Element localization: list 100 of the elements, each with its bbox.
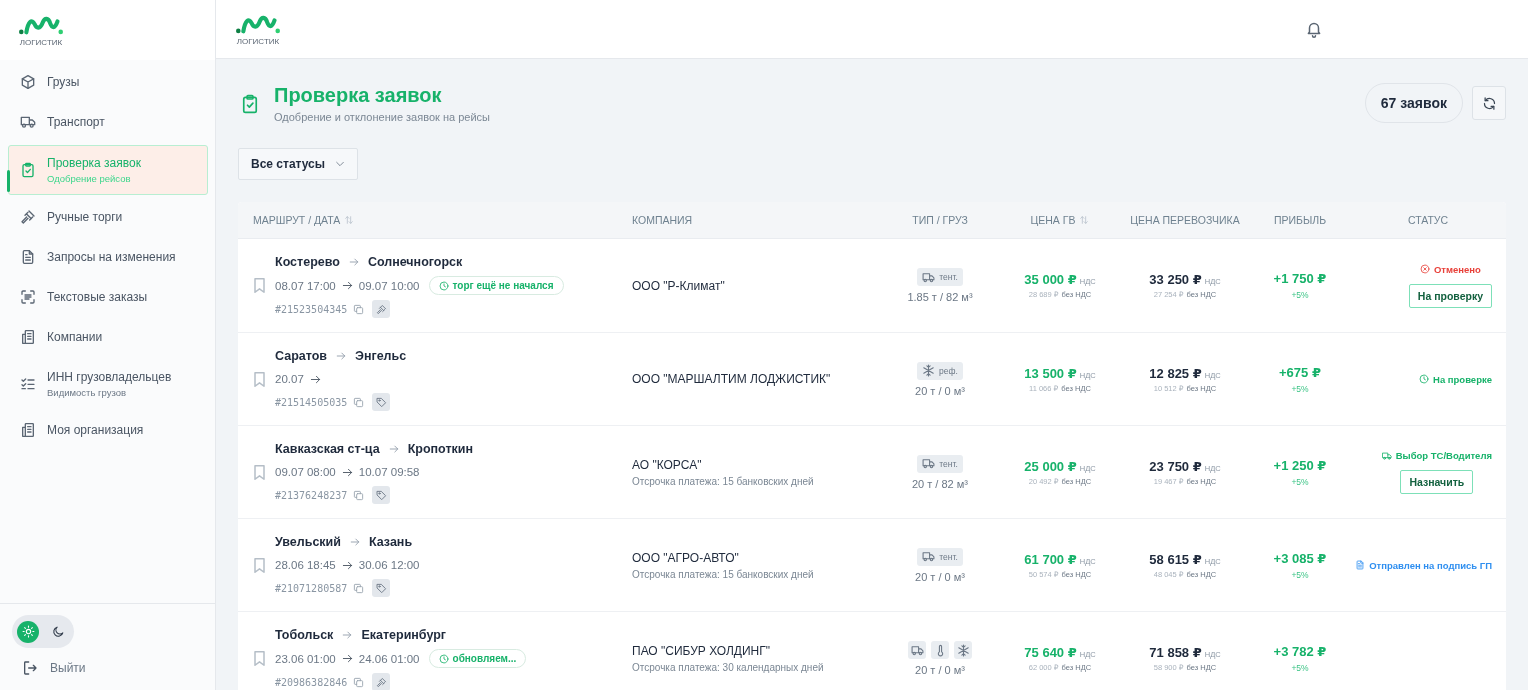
copy-icon[interactable] <box>353 396 365 408</box>
cargo-weight-volume: 20 т / 82 м³ <box>912 477 968 490</box>
nav-item[interactable]: Запросы на изменения <box>8 237 208 277</box>
arrival-time: 30.06 12:00 <box>358 558 420 573</box>
nav-item[interactable]: ИНН грузовладельцев Видимость грузов <box>8 357 208 410</box>
truck-icon <box>922 270 936 284</box>
profit-amount: +1 250 ₽ <box>1273 457 1327 473</box>
cargo-weight-volume: 20 т / 0 м³ <box>915 384 965 397</box>
column-header: ПРИБЫЛЬ <box>1273 214 1327 226</box>
truck-icon <box>908 641 926 659</box>
logo-caption: ЛОГИСТИК <box>19 37 63 47</box>
copy-icon[interactable] <box>353 489 365 501</box>
profit-percent: +5% <box>1291 569 1309 580</box>
payment-terms: Отсрочка платежа: 15 банковских дней <box>632 568 815 580</box>
copy-icon[interactable] <box>353 676 365 688</box>
arrow-right-icon <box>348 257 359 267</box>
bookmark-icon[interactable] <box>254 464 265 480</box>
profit-percent: +5% <box>1291 290 1309 300</box>
cargo-weight-volume: 20 т / 0 м³ <box>915 664 965 676</box>
bookmark-icon[interactable] <box>254 371 265 387</box>
building-icon <box>20 329 36 345</box>
column-header: КОМПАНИЯ <box>632 214 693 226</box>
price-with-vat: 61 700 ₽ <box>1024 551 1077 567</box>
document-icon <box>1355 560 1366 570</box>
company-name: ООО "Р-Климат" <box>632 278 726 293</box>
nav-item[interactable]: Грузы <box>8 62 208 102</box>
active-indicator <box>7 170 10 192</box>
nav-item[interactable]: Моя организация <box>8 410 208 450</box>
profit-amount: +1 750 ₽ <box>1273 271 1327 286</box>
logout-icon <box>22 660 38 676</box>
bookmark-icon[interactable] <box>254 278 265 293</box>
clipboard-check-icon <box>20 162 36 178</box>
price-with-vat: 33 250 ₽ <box>1149 272 1202 287</box>
action-button[interactable]: На проверку <box>1408 283 1492 308</box>
price-with-vat: 12 825 ₽ <box>1149 365 1202 381</box>
origin-city: Тобольск <box>275 627 334 644</box>
order-id: #21071280587 <box>275 582 348 594</box>
copy-icon[interactable] <box>353 582 365 594</box>
arrow-right-icon <box>350 537 360 547</box>
bookmark-icon[interactable] <box>254 651 265 666</box>
price-with-vat: 35 000 ₽ <box>1024 272 1077 287</box>
tag-icon[interactable] <box>372 393 391 411</box>
sort-icon[interactable] <box>1079 215 1090 225</box>
departure-time: 23.06 01:00 <box>275 651 336 667</box>
notification-bell-icon[interactable] <box>1305 20 1323 38</box>
arrival-time: 24.06 01:00 <box>358 651 420 667</box>
status-text: обновляем... <box>452 651 517 666</box>
price-with-vat: 58 615 ₽ <box>1149 551 1202 567</box>
gavel-icon <box>20 209 36 225</box>
gavel-icon[interactable] <box>372 300 391 318</box>
clock-icon <box>438 280 449 291</box>
profit-amount: +675 ₽ <box>1279 364 1321 380</box>
snowflake-icon <box>954 641 972 659</box>
cargo-weight-volume: 1.85 т / 82 м³ <box>907 291 973 303</box>
company-name: ПАО "СИБУР ХОЛДИНГ" <box>632 644 771 658</box>
body-type-label: тент. <box>939 458 958 469</box>
column-header: ЦЕНА ГВ <box>1030 214 1076 226</box>
profit-percent: +5% <box>1291 663 1309 673</box>
theme-toggle[interactable] <box>12 615 74 648</box>
truck-icon <box>1381 450 1392 461</box>
arrow-right-icon <box>336 351 346 361</box>
cancel-icon <box>1419 264 1430 274</box>
price-with-vat: 23 750 ₽ <box>1149 458 1202 474</box>
gavel-icon[interactable] <box>372 673 391 690</box>
profit-percent: +5% <box>1291 383 1309 394</box>
tag-icon[interactable] <box>372 486 391 504</box>
building-icon <box>20 422 36 438</box>
nav-item[interactable]: Текстовые заказы <box>8 277 208 317</box>
refresh-button[interactable] <box>1472 86 1506 120</box>
body-type-label: тент. <box>939 272 958 282</box>
arrival-time: 09.07 10:00 <box>358 278 420 294</box>
destination-city: Энгельс <box>355 348 407 365</box>
company-name: ООО "АГРО-АВТО" <box>632 550 740 565</box>
profit-amount: +3 782 ₽ <box>1273 644 1327 659</box>
logout-button[interactable]: Выйти <box>12 658 86 678</box>
profit-amount: +3 085 ₽ <box>1273 550 1327 566</box>
order-id: #20986382846 <box>275 676 348 688</box>
tag-icon[interactable] <box>372 579 391 597</box>
departure-time: 28.06 18:45 <box>275 558 336 573</box>
nav-item[interactable]: Ручные торги <box>8 197 208 237</box>
nav-item[interactable]: Компании <box>8 317 208 357</box>
column-header: ЦЕНА ПЕРЕВОЗЧИКА <box>1130 214 1240 226</box>
copy-icon[interactable] <box>353 303 365 315</box>
bookmark-icon[interactable] <box>254 557 265 573</box>
nav-item[interactable]: Транспорт <box>8 102 208 142</box>
moon-icon <box>51 625 65 638</box>
status-label: Выбор ТС/Водителя <box>1395 450 1492 461</box>
status-text: торг ещё не начался <box>452 278 554 293</box>
box-icon <box>20 74 36 90</box>
truck-icon <box>922 457 936 470</box>
order-id: #21514505035 <box>275 396 348 408</box>
status-filter-dropdown[interactable]: Все статусы <box>238 148 359 180</box>
price-with-vat: 25 000 ₽ <box>1024 458 1077 474</box>
status-label: На проверке <box>1433 373 1492 385</box>
page-subtitle: Одобрение и отклонение заявок на рейсы <box>274 110 490 125</box>
light-theme-button[interactable] <box>17 620 39 643</box>
sort-icon[interactable] <box>344 215 355 225</box>
destination-city: Екатеринбург <box>361 627 447 644</box>
arrow-right-icon <box>388 444 399 454</box>
action-button[interactable]: Назначить <box>1400 470 1474 494</box>
